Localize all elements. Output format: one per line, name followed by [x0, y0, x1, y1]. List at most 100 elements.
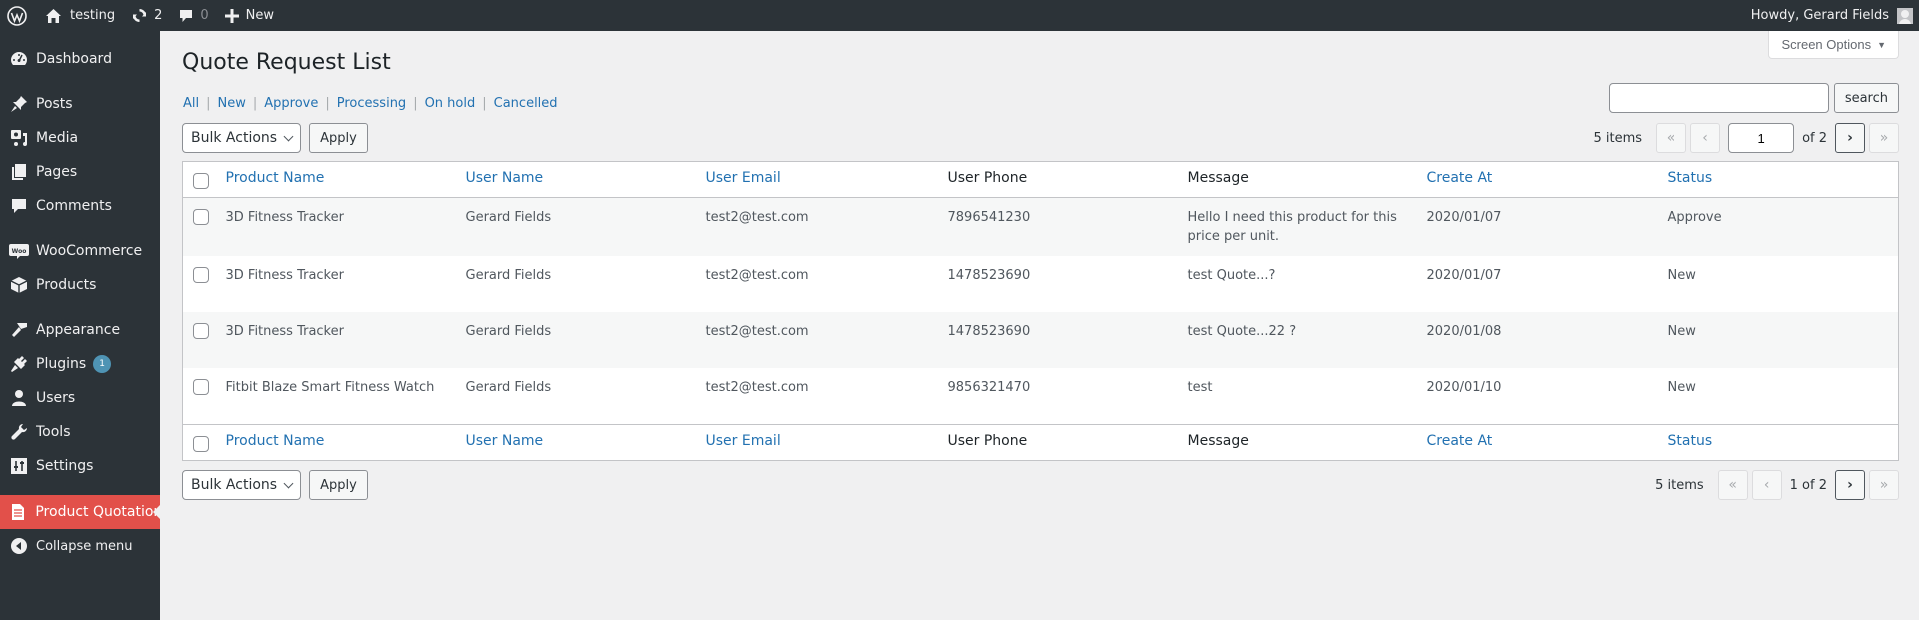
- sort-product-name[interactable]: Product Name: [226, 170, 325, 186]
- plug-icon: [0, 354, 36, 374]
- sort-status[interactable]: Status: [1668, 170, 1713, 186]
- current-page-input[interactable]: [1728, 123, 1795, 153]
- cell-user-email: test2@test.com: [705, 380, 809, 395]
- filter-on-hold[interactable]: On hold: [425, 96, 476, 111]
- quote-request-table: Product Name User Name User Email User P…: [182, 161, 1899, 461]
- document-icon: [0, 502, 35, 522]
- sidebar-label: Products: [36, 277, 97, 293]
- prev-page-button[interactable]: ‹: [1751, 470, 1782, 500]
- comments-count: 0: [200, 8, 209, 23]
- apply-button-bottom[interactable]: Apply: [309, 470, 368, 500]
- screen-options-label: Screen Options: [1781, 37, 1872, 52]
- sort-product-name[interactable]: Product Name: [226, 433, 325, 449]
- comment-icon: [180, 9, 193, 22]
- search-button[interactable]: search: [1833, 83, 1899, 113]
- sidebar-label: Comments: [36, 198, 112, 214]
- apply-button[interactable]: Apply: [309, 123, 368, 153]
- page-indicator: 1 of 2: [1789, 477, 1827, 493]
- pagination: 5 items « ‹ of 2 › »: [1594, 123, 1899, 153]
- sort-user-email[interactable]: User Email: [706, 170, 781, 186]
- sidebar-label: Pages: [36, 164, 78, 180]
- bulk-actions-select-bottom[interactable]: Bulk Actions: [182, 470, 302, 500]
- sort-status[interactable]: Status: [1668, 433, 1713, 449]
- sidebar-item-pages[interactable]: Pages: [0, 155, 160, 189]
- sidebar-label: Plugins: [36, 356, 87, 372]
- column-product-name: Product Name: [216, 162, 456, 198]
- next-page-button[interactable]: ›: [1835, 470, 1865, 500]
- sort-user-email[interactable]: User Email: [706, 433, 781, 449]
- bulk-actions-select[interactable]: Bulk Actions: [182, 123, 302, 153]
- wordpress-logo-button[interactable]: [0, 0, 37, 31]
- column-message: Message: [1187, 432, 1249, 449]
- sidebar-item-users[interactable]: Users: [0, 381, 160, 415]
- last-page-button[interactable]: »: [1869, 123, 1899, 153]
- cell-user-name: Gerard Fields: [465, 268, 552, 283]
- sidebar-item-tools[interactable]: Tools: [0, 415, 160, 449]
- cell-message: test: [1187, 380, 1213, 395]
- last-page-button[interactable]: »: [1869, 470, 1899, 500]
- new-label: New: [245, 8, 274, 23]
- sidebar-item-dashboard[interactable]: Dashboard: [0, 42, 160, 76]
- sidebar-item-posts[interactable]: Posts: [0, 87, 160, 121]
- sidebar-label: Settings: [36, 458, 94, 474]
- select-all-checkbox[interactable]: [193, 173, 209, 189]
- sort-user-name[interactable]: User Name: [466, 170, 544, 186]
- cell-status: New: [1667, 268, 1696, 283]
- first-page-button[interactable]: «: [1656, 123, 1687, 153]
- sidebar-item-products[interactable]: Products: [0, 268, 160, 302]
- items-count: 5 items: [1655, 477, 1704, 493]
- cell-message: test Quote...?: [1187, 268, 1276, 283]
- separator: |: [325, 96, 330, 111]
- site-name-link[interactable]: testing: [37, 0, 123, 31]
- filter-processing[interactable]: Processing: [337, 96, 406, 111]
- search-input[interactable]: [1608, 83, 1829, 113]
- screen-options-button[interactable]: Screen Options ▼: [1768, 31, 1899, 59]
- sidebar-item-plugins[interactable]: Plugins 1: [0, 347, 160, 381]
- collapse-menu-button[interactable]: Collapse menu: [0, 529, 160, 563]
- my-account-link[interactable]: Howdy, Gerard Fields: [1743, 0, 1919, 31]
- sidebar-item-settings[interactable]: Settings: [0, 449, 160, 483]
- column-message: Message: [1187, 170, 1249, 186]
- row-checkbox[interactable]: [193, 323, 209, 339]
- row-checkbox[interactable]: [193, 267, 209, 283]
- sort-create-at[interactable]: Create At: [1427, 170, 1493, 186]
- sidebar-item-media[interactable]: Media: [0, 121, 160, 155]
- admin-sidebar: Dashboard Posts Media Pages Comments Woo…: [0, 31, 160, 620]
- main-content: Screen Options ▼ Quote Request List All |…: [160, 31, 1919, 620]
- sidebar-item-product-quotation[interactable]: Product Quotation: [0, 495, 160, 529]
- cell-create-at: 2020/01/07: [1426, 268, 1502, 283]
- row-checkbox-cell: [183, 198, 216, 257]
- collapse-icon: [0, 537, 36, 555]
- sidebar-label: Collapse menu: [36, 538, 133, 554]
- dashboard-icon: [0, 49, 36, 69]
- plugins-update-badge: 1: [93, 355, 112, 373]
- new-content-link[interactable]: New: [217, 0, 282, 31]
- sidebar-item-woocommerce[interactable]: Woo WooCommerce: [0, 234, 160, 268]
- filter-cancelled[interactable]: Cancelled: [494, 96, 558, 111]
- filter-approve[interactable]: Approve: [264, 96, 318, 111]
- filter-all[interactable]: All: [183, 96, 199, 111]
- prev-page-button[interactable]: ‹: [1690, 123, 1721, 153]
- cell-product-name: 3D Fitness Tracker: [225, 324, 344, 339]
- chevron-down-icon: [283, 478, 294, 488]
- sort-create-at[interactable]: Create At: [1427, 433, 1493, 449]
- select-all-cell: [183, 162, 216, 198]
- cell-user-phone: 1478523690: [947, 324, 1031, 339]
- column-user-name: User Name: [456, 424, 696, 460]
- select-all-checkbox-footer[interactable]: [193, 435, 209, 452]
- media-icon: [0, 128, 36, 148]
- row-checkbox[interactable]: [193, 209, 209, 225]
- updates-link[interactable]: 2: [123, 0, 170, 31]
- row-checkbox[interactable]: [193, 379, 209, 395]
- first-page-button[interactable]: «: [1717, 470, 1748, 500]
- sidebar-label: Media: [36, 130, 79, 146]
- next-page-button[interactable]: ›: [1835, 123, 1865, 153]
- sidebar-item-appearance[interactable]: Appearance: [0, 313, 160, 347]
- cell-user-name: Gerard Fields: [465, 380, 552, 395]
- column-create-at: Create At: [1417, 424, 1658, 460]
- filter-new[interactable]: New: [218, 96, 246, 111]
- sort-user-name[interactable]: User Name: [466, 433, 544, 449]
- sidebar-item-comments[interactable]: Comments: [0, 189, 160, 223]
- sidebar-label: WooCommerce: [36, 243, 143, 259]
- comments-link[interactable]: 0: [170, 0, 216, 31]
